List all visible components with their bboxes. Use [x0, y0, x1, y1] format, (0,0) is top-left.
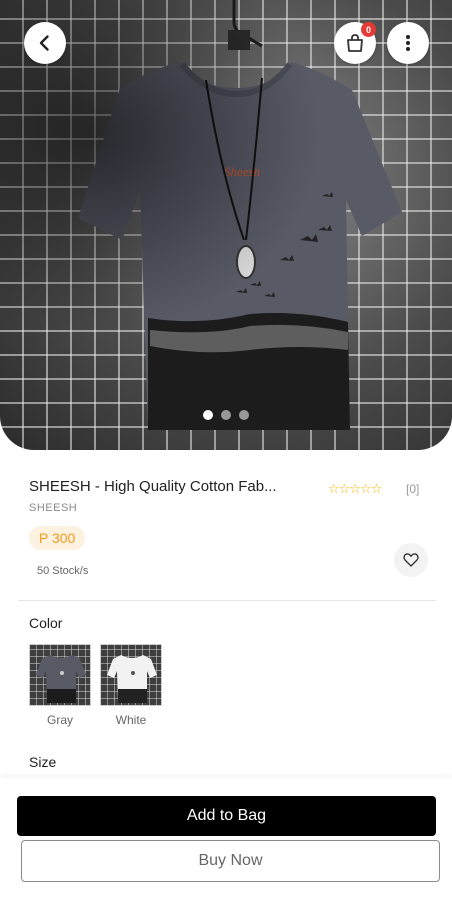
- more-options-button[interactable]: [387, 22, 429, 64]
- pagination-dot[interactable]: [203, 410, 213, 420]
- buy-now-button[interactable]: Buy Now: [21, 840, 440, 882]
- size-section-label: Size: [29, 754, 57, 770]
- gray-shirt-thumbnail: [36, 655, 86, 703]
- color-section-label: Color: [29, 615, 63, 631]
- back-button[interactable]: [24, 22, 66, 64]
- color-option-white[interactable]: [100, 644, 162, 706]
- image-shadow: [0, 0, 452, 450]
- product-title: SHEESH - High Quality Cotton Fab...: [29, 478, 277, 495]
- image-pagination: [0, 410, 452, 420]
- review-count[interactable]: [0]: [406, 482, 419, 496]
- divider: [18, 600, 436, 601]
- arrow-left-icon: [39, 35, 49, 51]
- rating-stars: ☆☆☆☆☆: [328, 481, 382, 496]
- stock-count: 50 Stock/s: [37, 565, 89, 577]
- price-tag: P 300: [29, 526, 86, 550]
- product-image[interactable]: Sheesh: [0, 0, 452, 450]
- heart-outline-icon: [403, 553, 419, 567]
- add-to-bag-button[interactable]: Add to Bag: [17, 796, 436, 836]
- wishlist-button[interactable]: [394, 543, 428, 577]
- pagination-dot[interactable]: [221, 410, 231, 420]
- shopping-bag-icon: [347, 34, 363, 52]
- color-name: White: [115, 713, 147, 727]
- product-brand: SHEESH: [29, 502, 78, 514]
- bag-count-badge: 0: [361, 22, 376, 37]
- white-shirt-thumbnail: [107, 655, 157, 703]
- color-name: Gray: [46, 713, 73, 727]
- color-option-gray[interactable]: [29, 644, 91, 706]
- pagination-dot[interactable]: [239, 410, 249, 420]
- more-vertical-icon: [406, 35, 410, 51]
